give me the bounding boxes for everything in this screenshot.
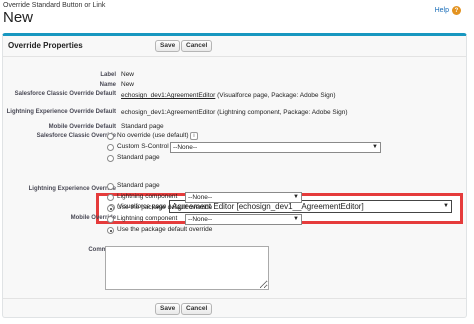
chevron-down-icon: ▼ — [293, 216, 299, 222]
radio-lightning-standard[interactable] — [107, 183, 114, 190]
comment-textarea[interactable] — [105, 246, 269, 290]
radio-lightning-package-default[interactable] — [107, 205, 114, 212]
s-control-label: Custom S-Control — [117, 143, 169, 150]
chevron-down-icon: ▼ — [443, 203, 449, 209]
chevron-down-icon: ▼ — [372, 144, 378, 150]
info-icon[interactable]: i — [190, 132, 198, 140]
lightning-component-select[interactable]: --None-- ▼ — [185, 192, 302, 203]
help-label: Help — [434, 7, 449, 14]
name-value: New — [121, 81, 135, 88]
cancel-button-top[interactable]: Cancel — [181, 40, 213, 52]
lightning-default-label: Lightning Experience Override Default — [6, 109, 116, 115]
lightning-component-label: Lightning component — [117, 193, 178, 200]
save-button-bottom[interactable]: Save — [155, 303, 181, 315]
s-control-select[interactable]: --None-- ▼ — [170, 142, 381, 153]
mobile-package-default-label: Use the package default override — [117, 226, 213, 233]
lightning-override-label: Lightning Experience Override — [28, 186, 116, 192]
cancel-button-bottom[interactable]: Cancel — [181, 303, 213, 315]
standard-page-label: Standard page — [117, 154, 160, 161]
mobile-component-select[interactable]: --None-- ▼ — [185, 214, 302, 225]
panel-title: Override Properties — [8, 41, 83, 50]
no-override-label: No override (use default) — [117, 132, 189, 139]
name-label: Name — [99, 82, 116, 88]
radio-mobile-component[interactable] — [107, 216, 114, 223]
help-link[interactable]: Help ? — [435, 6, 461, 15]
page-title: New — [3, 9, 34, 26]
lightning-package-default-label: Use the package default override — [117, 204, 213, 211]
mobile-component-label: Lightning component — [117, 215, 178, 222]
lightning-standard-label: Standard page — [117, 182, 160, 189]
mobile-component-select-value: --None-- — [188, 216, 213, 223]
classic-default-link[interactable]: echosign_dev1:AgreementEditor — [121, 92, 215, 99]
breadcrumb: Override Standard Button or Link — [3, 2, 106, 9]
mobile-default-label: Mobile Override Default — [48, 124, 116, 130]
radio-standard-page[interactable] — [107, 155, 114, 162]
radio-no-override[interactable] — [107, 133, 114, 140]
label-label: Label — [100, 72, 116, 78]
s-control-select-value: --None-- — [173, 144, 198, 151]
classic-override-label: Salesforce Classic Override — [36, 133, 116, 139]
radio-mobile-package-default[interactable] — [107, 227, 114, 234]
mobile-default-value: Standard page — [121, 123, 164, 130]
panel-header: Override Properties Save Cancel — [3, 36, 466, 57]
classic-default-label: Salesforce Classic Override Default — [14, 91, 116, 97]
divider — [3, 298, 466, 299]
classic-default-suffix: (Visualforce page, Package: Adobe Sign) — [215, 92, 336, 99]
radio-lightning-component[interactable] — [107, 194, 114, 201]
classic-default-value: echosign_dev1:AgreementEditor (Visualfor… — [121, 92, 336, 99]
label-value: New — [121, 71, 135, 78]
chevron-down-icon: ▼ — [293, 194, 299, 200]
help-icon: ? — [452, 6, 461, 15]
save-button-top[interactable]: Save — [155, 40, 181, 52]
lightning-default-value: echosign_dev1:AgreementEditor (Lightning… — [121, 109, 348, 116]
radio-s-control[interactable] — [107, 144, 114, 151]
lightning-component-select-value: --None-- — [188, 194, 213, 201]
